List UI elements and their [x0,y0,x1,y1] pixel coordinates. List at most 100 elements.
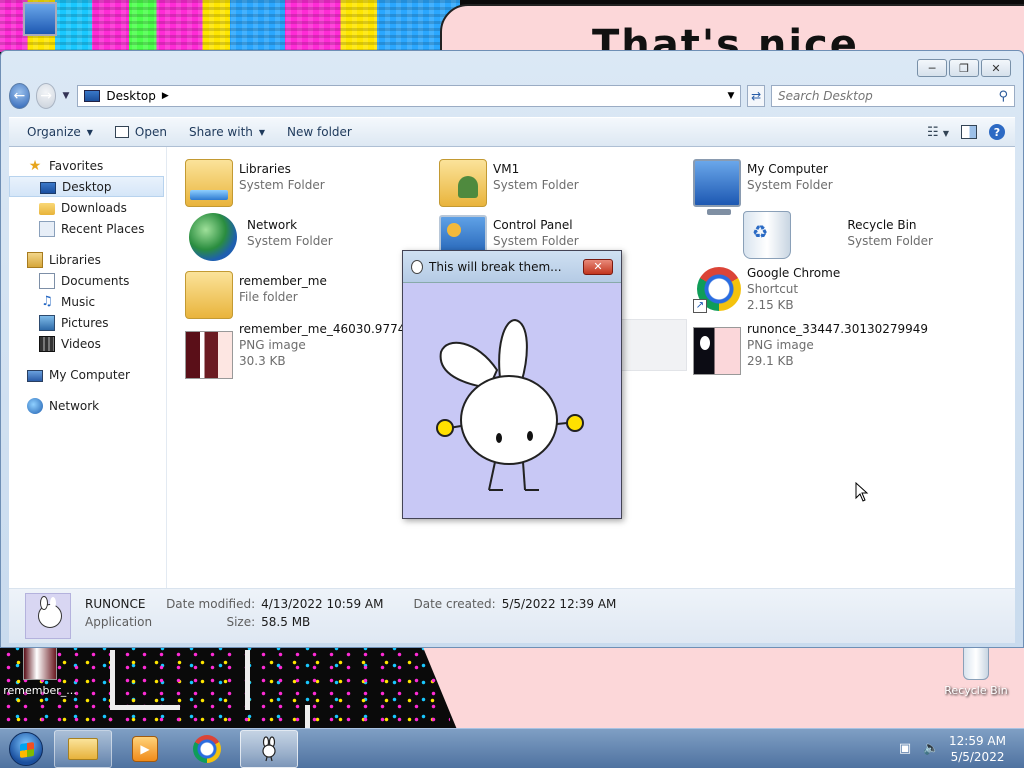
nav-desktop[interactable]: Desktop [9,176,164,197]
image-thumbnail-icon [693,327,741,375]
popup-close-button[interactable]: ✕ [583,258,613,275]
documents-icon [39,272,55,289]
runonce-popup-window: This will break them... ✕ [402,250,622,519]
desktop-recycle-bin[interactable]: Recycle Bin [936,646,1016,697]
desktop-remember-icon[interactable]: remember_... [0,646,80,697]
bunny-right-hand [566,414,584,432]
nav-network[interactable]: Network [9,395,166,416]
desktop-icon [40,181,56,194]
new-folder-label: New folder [287,125,352,139]
item-recycle-bin[interactable]: Recycle Bin System Folder [693,209,933,261]
maximize-button[interactable]: ❐ [949,59,979,77]
change-view-icon[interactable]: ☷ ▼ [927,125,949,140]
item-runonce-png[interactable]: runonce_33447.30130279949 PNG image 29.1 K… [693,321,933,385]
start-button[interactable] [4,730,48,768]
recycle-bin-icon [963,646,989,680]
details-pane: RUNONCE Application Date modified: 4/13/… [9,589,1015,643]
item-type: System Folder [239,178,325,192]
address-location: Desktop [106,89,156,103]
nav-videos[interactable]: Videos [9,333,166,354]
item-google-chrome[interactable]: ↗ Google Chrome Shortcut 2.15 KB [693,265,933,329]
chevron-down-icon: ▼ [258,127,266,137]
volume-icon[interactable]: 🔈 [923,741,939,757]
item-size: 2.15 KB [747,298,794,312]
item-size: 29.1 KB [747,354,794,368]
selected-item-properties: Date modified: 4/13/2022 10:59 AM Date c… [166,589,616,631]
chrome-icon: ↗ [693,265,741,313]
organize-button[interactable]: Organize ▼ [19,122,101,142]
address-bar[interactable]: Desktop ▶ ▼ [77,85,742,107]
back-button[interactable]: ← [9,83,30,109]
recent-pages-chevron-icon[interactable]: ▼ [62,91,69,101]
popup-title: This will break them... [429,259,562,274]
item-network[interactable]: Network System Folder [185,209,425,261]
search-box[interactable]: ⚲ [771,85,1015,107]
nav-label: Videos [61,336,101,351]
nav-my-computer[interactable]: My Computer [9,364,166,385]
item-vm1[interactable]: VM1 System Folder [439,153,679,207]
open-button[interactable]: Open [107,122,175,142]
refresh-button[interactable]: ⇄ [747,85,765,107]
breadcrumb-arrow-icon[interactable]: ▶ [162,91,169,101]
desktop-computer-icon[interactable] [0,2,80,40]
date-created-label: Date created: [413,597,496,611]
nav-label: Recent Places [61,221,145,236]
item-name: Libraries [239,162,291,176]
taskbar-explorer[interactable] [54,729,112,768]
size-value: 58.5 MB [261,615,311,629]
forward-button[interactable]: → [35,83,57,109]
item-libraries[interactable]: Libraries System Folder [185,153,425,207]
popup-title-bar[interactable]: This will break them... ✕ [403,251,621,283]
view-controls: ☷ ▼ ? [927,124,1005,140]
nav-favorites[interactable]: ★ Favorites [9,155,166,176]
network-globe-icon [27,397,43,414]
network-globe-icon [189,213,237,261]
folder-icon [68,737,98,760]
item-remember-me-folder[interactable]: remember_me File folder [185,265,425,319]
background-drawing-legs [110,650,310,710]
nav-downloads[interactable]: Downloads [9,197,166,218]
search-icon[interactable]: ⚲ [998,89,1008,104]
libraries-folder-icon [185,159,233,207]
item-remember-me-png[interactable]: remember_me_46030.97749985 PNG image 30.3 … [185,321,436,385]
bunny-right-arm [556,422,568,425]
network-icon[interactable]: ▣ [897,741,913,757]
desktop-icon [84,90,101,102]
search-input[interactable] [778,89,999,103]
navigation-pane: ★ Favorites Desktop Downloads Recent Pla… [9,147,167,588]
nav-documents[interactable]: Documents [9,270,166,291]
nav-libraries[interactable]: Libraries [9,249,166,270]
bunny-right-leg [522,461,526,491]
preview-pane-icon[interactable] [961,125,977,139]
item-type: System Folder [747,178,833,192]
share-with-button[interactable]: Share with ▼ [181,122,273,142]
nav-label: Documents [61,273,130,288]
popup-canvas [403,284,621,518]
taskbar-runonce[interactable] [240,729,298,768]
item-name: remember_me [239,274,327,288]
clock-date: 5/5/2022 [950,749,1005,764]
navigation-bar: ← → ▼ Desktop ▶ ▼ ⇄ ⚲ [9,83,1015,109]
new-folder-button[interactable]: New folder [279,122,360,142]
windows-logo-icon [9,731,43,766]
help-icon[interactable]: ? [989,124,1005,140]
selected-item-type: Application [85,615,153,629]
bunny-app-icon [262,735,276,761]
address-dropdown-icon[interactable]: ▼ [727,91,734,101]
organize-label: Organize [27,125,81,139]
taskbar-chrome[interactable] [178,730,236,768]
item-type: File folder [239,290,298,304]
close-button[interactable]: ✕ [981,59,1011,77]
nav-recent-places[interactable]: Recent Places [9,218,166,239]
nav-pictures[interactable]: Pictures [9,312,166,333]
item-my-computer[interactable]: My Computer System Folder [693,153,933,215]
nav-music[interactable]: ♫ Music [9,291,166,312]
item-type: PNG image [747,338,814,352]
taskbar: ▶ ▣ 🔈 12:59 AM 5/5/2022 [0,728,1024,768]
share-with-label: Share with [188,125,253,139]
clock[interactable]: 12:59 AM 5/5/2022 [949,733,1006,765]
computer-icon [693,159,741,215]
taskbar-media-player[interactable]: ▶ [116,730,174,768]
minimize-button[interactable]: ─ [917,59,947,77]
film-icon [39,335,55,352]
